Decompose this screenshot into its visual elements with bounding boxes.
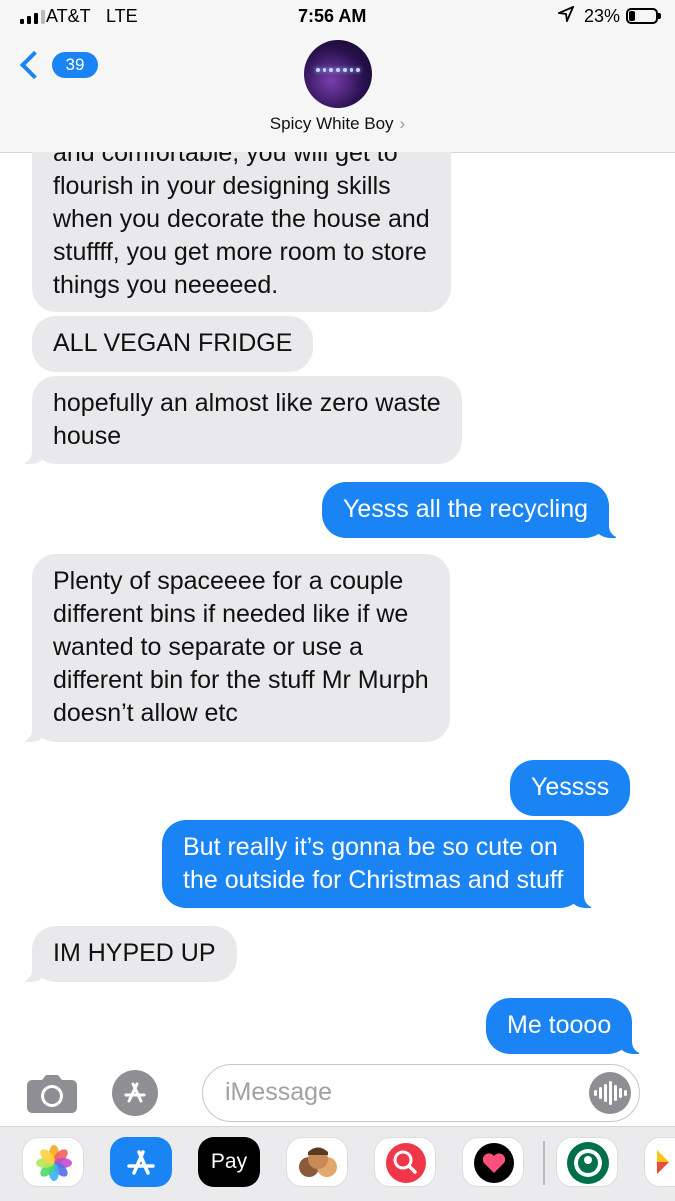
battery-percentage: 23% [584,6,621,26]
conversation-header: 39 Spicy White Boy › [0,34,675,153]
web-search-icon[interactable] [374,1137,436,1187]
message-line: Yessss [531,773,610,801]
chevron-right-icon: › [399,114,406,133]
message-line: different bin for the stuff Mr Murph [53,666,429,694]
battery-icon [626,8,661,24]
message-input-container [202,1064,640,1122]
location-arrow-icon [555,5,575,27]
message-line: when you decorate the house and [53,205,430,233]
message-line: wanted to separate or use a [53,633,363,661]
app-store-icon[interactable] [110,1137,172,1187]
app-store-icon[interactable] [112,1070,158,1116]
partial-app-icon[interactable] [644,1137,675,1187]
message-bubble-received[interactable]: and comfortable, you will get to flouris… [32,152,451,312]
back-button[interactable]: 39 [18,50,98,80]
memoji-icon[interactable] [286,1137,348,1187]
message-bubble-received[interactable]: IM HYPED UP [6,926,237,982]
photos-icon[interactable] [22,1137,84,1187]
message-line: house [53,422,122,450]
message-bubble-sent[interactable]: Yesss all the recycling [322,482,636,538]
network-label: LTE [106,6,138,26]
message-bubble-sent[interactable]: Yessss [510,760,631,816]
apple-pay-icon[interactable]: Pay [198,1137,260,1187]
message-line: Me toooo [507,1011,612,1039]
message-bubble-received[interactable]: ALL VEGAN FRIDGE [32,316,314,372]
message-line: But really it’s gonna be so cute on [183,833,558,861]
apple-pay-label: Pay [210,1150,248,1173]
drawer-divider [543,1141,545,1185]
unread-count-badge: 39 [52,52,98,78]
contact-avatar[interactable] [304,40,372,108]
message-line: different bins if needed like if we [53,600,409,628]
carrier-label: AT&T [46,6,91,26]
cellular-signal-icon [20,10,45,24]
app-drawer: Pay [0,1126,675,1201]
status-bar: AT&T LTE 7:56 AM 23% [0,0,675,34]
message-line: ALL VEGAN FRIDGE [53,329,293,357]
chevron-left-icon [19,50,49,80]
message-line: Yesss all the recycling [343,495,589,523]
audio-waveform-icon[interactable] [589,1072,631,1114]
message-bubble-sent[interactable]: Me toooo [486,998,659,1054]
message-bubble-received[interactable]: hopefully an almost like zero waste hous… [6,376,462,464]
message-line: hopefully an almost like zero waste [53,389,441,417]
message-bubble-sent[interactable]: But really it’s gonna be so cute on the … [162,820,611,908]
contact-name-button[interactable]: Spicy White Boy › [0,114,675,134]
camera-icon[interactable] [26,1074,78,1114]
message-line: doesn’t allow etc [53,699,238,727]
message-line: Plenty of spaceeee for a couple [53,567,404,595]
contact-name: Spicy White Boy [269,114,394,133]
starbucks-icon[interactable] [556,1137,618,1187]
heart-sticker-icon[interactable] [462,1137,524,1187]
message-bubble-received[interactable]: Plenty of spaceeee for a couple differen… [6,554,450,742]
message-line: the outside for Christmas and stuff [183,866,564,894]
message-thread[interactable]: and comfortable, you will get to flouris… [0,152,675,1060]
imessage-input[interactable] [223,1077,587,1108]
clock: 7:56 AM [298,6,367,26]
message-line: stuffff, you get more room to store [53,238,427,266]
message-line: IM HYPED UP [53,939,216,967]
message-line: and comfortable, you will get to [53,152,398,167]
message-line: things you neeeeed. [53,271,279,299]
compose-bar [0,1060,675,1126]
message-line: flourish in your designing skills [53,172,391,200]
